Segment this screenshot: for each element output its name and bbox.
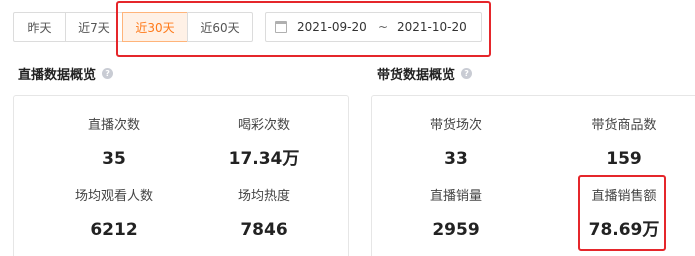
metric-value: 78.69万	[588, 220, 660, 240]
filter-yesterday-button[interactable]: 昨天	[13, 12, 66, 42]
sales-data-card: 带货场次 33 带货商品数 159 直播销量 2959 直播销售额 78.69万	[371, 95, 695, 256]
metric-label: 直播销售额	[591, 189, 657, 204]
range-separator: ~	[377, 20, 389, 34]
metric-label: 场均热度	[237, 189, 290, 204]
metric-value: 2959	[432, 220, 480, 240]
range-end-date[interactable]: 2021-10-20	[397, 20, 467, 34]
metric-product-count: 带货商品数 159	[554, 117, 694, 169]
range-start-date[interactable]: 2021-09-20	[297, 20, 373, 34]
sales-section-title-text: 带货数据概览	[377, 68, 456, 83]
live-data-card: 直播次数 35 喝彩次数 17.34万 场均观看人数 6212 场均热度 784…	[13, 95, 349, 256]
live-section-title-text: 直播数据概览	[18, 68, 97, 83]
metric-value: 6212	[90, 220, 138, 240]
metric-cheer-count: 喝彩次数 17.34万	[194, 117, 334, 169]
metric-label: 直播次数	[87, 118, 140, 133]
filter-30days-button[interactable]: 近30天	[122, 12, 188, 42]
metric-value: 33	[444, 149, 468, 169]
metric-value: 7846	[240, 220, 288, 240]
help-icon[interactable]: ?	[461, 68, 473, 79]
metric-avg-heat: 场均热度 7846	[194, 188, 334, 240]
metric-live-count: 直播次数 35	[44, 117, 184, 169]
metric-value: 35	[102, 149, 126, 169]
calendar-icon	[275, 21, 287, 33]
metric-value: 17.34万	[228, 149, 300, 169]
metric-label: 带货场次	[429, 118, 482, 133]
metric-label: 场均观看人数	[74, 189, 153, 204]
filter-60days-button[interactable]: 近60天	[187, 12, 253, 42]
metric-avg-viewers: 场均观看人数 6212	[44, 188, 184, 240]
metric-label: 带货商品数	[591, 118, 657, 133]
date-range-picker[interactable]: 2021-09-20 ~ 2021-10-20	[265, 12, 482, 42]
metric-label: 喝彩次数	[237, 118, 290, 133]
filter-7days-button[interactable]: 近7天	[65, 12, 123, 42]
metric-live-sales-amount: 直播销售额 78.69万	[554, 188, 694, 240]
metric-sales-sessions: 带货场次 33	[386, 117, 526, 169]
help-icon[interactable]: ?	[102, 68, 114, 79]
sales-section-title: 带货数据概览 ?	[377, 64, 473, 83]
metric-live-sales-volume: 直播销量 2959	[386, 188, 526, 240]
metric-label: 直播销量	[429, 189, 482, 204]
metric-value: 159	[606, 149, 642, 169]
live-section-title: 直播数据概览 ?	[18, 64, 114, 83]
